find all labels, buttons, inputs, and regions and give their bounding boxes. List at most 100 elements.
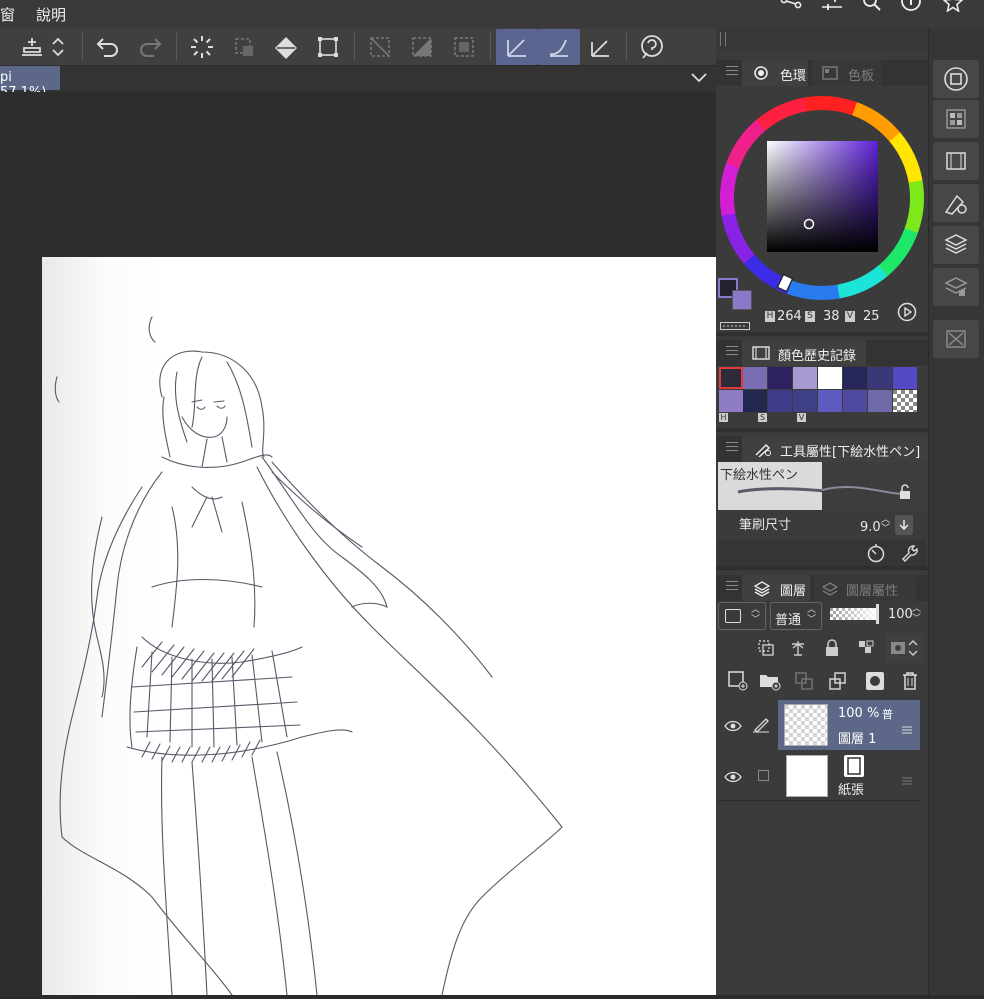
menu-bar: 窗 說明 — [0, 0, 984, 28]
size-stepper-icon[interactable]: ︿ ﹀ — [881, 516, 890, 534]
adjust-icon[interactable] — [822, 0, 844, 16]
drag-handle-icon[interactable] — [902, 771, 912, 790]
drawing-paper[interactable] — [42, 257, 716, 996]
blend-mode-select[interactable]: 普通 ︿ ﹀ — [770, 602, 822, 630]
clear-selection-icon[interactable] — [364, 31, 396, 63]
timer-icon[interactable] — [866, 543, 886, 567]
eye-icon[interactable] — [724, 717, 742, 736]
history-swatch[interactable] — [743, 390, 767, 412]
dock-grip-icon[interactable] — [720, 32, 726, 46]
brush-size-value[interactable]: 9.0 — [860, 520, 881, 535]
color-set-dock-icon[interactable] — [933, 100, 979, 138]
stamp-icon[interactable] — [16, 31, 48, 63]
sub-color-chip[interactable] — [732, 290, 752, 310]
invert-selection-icon[interactable] — [406, 31, 438, 63]
layer-checkbox[interactable] — [758, 770, 769, 781]
menu-grip-icon[interactable] — [726, 581, 738, 591]
search-icon[interactable] — [862, 0, 882, 16]
navigator-dock-icon[interactable] — [933, 320, 979, 358]
play-circle-icon[interactable] — [897, 302, 917, 326]
tab-layer-property[interactable]: 圖層屬性 — [814, 575, 916, 601]
special-ruler-snap-icon[interactable] — [538, 29, 580, 65]
drag-handle-icon[interactable] — [902, 720, 912, 739]
add-mask-icon[interactable] — [861, 667, 889, 695]
delete-layer-icon[interactable] — [896, 667, 924, 695]
document-tab[interactable]: pi 57.1%) — [0, 66, 60, 100]
history-swatch[interactable] — [768, 390, 792, 412]
layer-property-dock-icon[interactable] — [933, 268, 979, 306]
menu-window[interactable]: 窗 — [0, 4, 15, 25]
grid-snap-icon[interactable] — [584, 31, 616, 63]
hue-value: 264 — [777, 309, 802, 324]
size-dropdown-icon[interactable] — [895, 515, 913, 535]
star-icon[interactable] — [942, 0, 964, 16]
share-icon[interactable] — [780, 0, 804, 16]
layer-opacity-value[interactable]: 100 — [888, 607, 913, 622]
opacity-slider[interactable] — [830, 608, 878, 620]
tab-color-palette[interactable]: 色板 — [812, 60, 882, 86]
pen-edit-icon[interactable] — [752, 715, 770, 737]
layers-dock-icon[interactable] — [933, 226, 979, 264]
layer-thumbnail — [784, 704, 828, 746]
menu-grip-icon[interactable] — [726, 442, 738, 452]
mask-toggle-icon[interactable] — [886, 634, 924, 662]
select-layer-icon[interactable] — [228, 31, 260, 63]
redo-icon[interactable] — [134, 31, 166, 63]
opacity-stepper-icon[interactable]: ︿ ﹀ — [912, 604, 921, 624]
film-strip-dock-icon[interactable] — [933, 142, 979, 180]
tab-layer[interactable]: 圖層 — [742, 575, 810, 601]
history-swatch[interactable] — [843, 390, 867, 412]
chevron-down-icon[interactable] — [690, 70, 708, 89]
history-swatch[interactable] — [719, 390, 743, 412]
ruler-snap-icon[interactable] — [496, 29, 538, 65]
history-h-label: H — [719, 413, 728, 422]
history-swatch[interactable] — [843, 367, 867, 389]
history-swatch[interactable] — [818, 367, 842, 389]
new-layer-icon[interactable] — [724, 667, 752, 695]
info-icon[interactable] — [900, 0, 922, 16]
history-swatch[interactable] — [868, 367, 892, 389]
saturation-value-square[interactable] — [767, 141, 878, 252]
lock-icon[interactable] — [818, 634, 846, 662]
transform-icon[interactable] — [312, 31, 344, 63]
tool-property-dock-icon[interactable] — [933, 184, 979, 222]
history-swatch[interactable] — [818, 390, 842, 412]
history-swatch[interactable] — [719, 367, 743, 389]
tab-tool-property[interactable]: 工具屬性[下絵水性ペン] — [742, 436, 928, 462]
wrench-icon[interactable] — [900, 543, 920, 567]
transparent-color-icon[interactable] — [720, 315, 750, 330]
transfer-down-icon[interactable] — [790, 667, 818, 695]
history-swatch[interactable] — [793, 390, 817, 412]
show-selection-icon[interactable] — [448, 31, 480, 63]
reference-layer-icon[interactable] — [784, 634, 812, 662]
help-icon[interactable] — [636, 31, 668, 63]
undo-icon[interactable] — [92, 31, 124, 63]
lock-open-icon[interactable] — [898, 484, 912, 504]
merge-down-icon[interactable] — [824, 667, 852, 695]
history-swatch[interactable] — [793, 367, 817, 389]
layer-list-item[interactable]: 100 % 普 圖層 1 — [718, 700, 920, 750]
layer-color-toggle[interactable]: ︿ ﹀ — [718, 602, 766, 630]
transparent-swatch[interactable] — [893, 390, 917, 412]
menu-help[interactable]: 說明 — [36, 4, 66, 25]
clip-layer-icon[interactable] — [752, 634, 780, 662]
chevron-updown-icon[interactable] — [48, 31, 68, 63]
history-swatch[interactable] — [768, 367, 792, 389]
opacity-slider-handle[interactable] — [876, 604, 879, 624]
new-folder-icon[interactable] — [756, 667, 784, 695]
history-swatch[interactable] — [868, 390, 892, 412]
layer-list-item[interactable]: 紙張 — [718, 751, 920, 801]
history-swatch[interactable] — [893, 367, 917, 389]
menu-grip-icon[interactable] — [726, 346, 738, 356]
menu-grip-icon[interactable] — [726, 66, 738, 76]
lock-transparency-icon[interactable] — [852, 634, 880, 662]
color-wheel-dock-icon[interactable] — [933, 60, 979, 98]
tab-color-history[interactable]: 顏色歷史記錄 — [742, 340, 866, 366]
eye-icon[interactable] — [724, 768, 742, 787]
layer-options-row — [716, 634, 928, 664]
fill-icon[interactable] — [270, 31, 302, 63]
brush-preset-preview[interactable]: 下絵水性ペン — [718, 462, 926, 510]
loading-spinner-icon[interactable] — [186, 31, 218, 63]
tab-color-wheel[interactable]: 色環 — [742, 60, 808, 86]
history-swatch[interactable] — [743, 367, 767, 389]
